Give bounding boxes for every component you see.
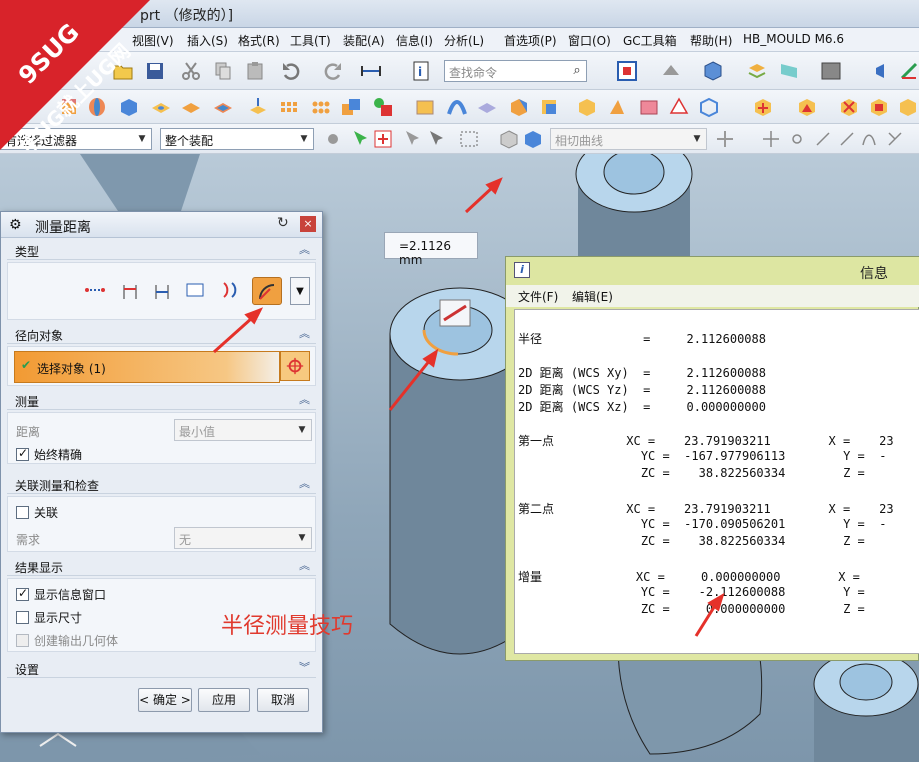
arrow-to-radius-type <box>212 316 254 354</box>
arrow-to-edge <box>388 359 432 411</box>
arrow-to-delta-yc <box>694 603 718 637</box>
arrow-to-measure-tag <box>464 184 496 214</box>
site-logo: 9SUG 学UG就上UG网 <box>0 0 150 150</box>
